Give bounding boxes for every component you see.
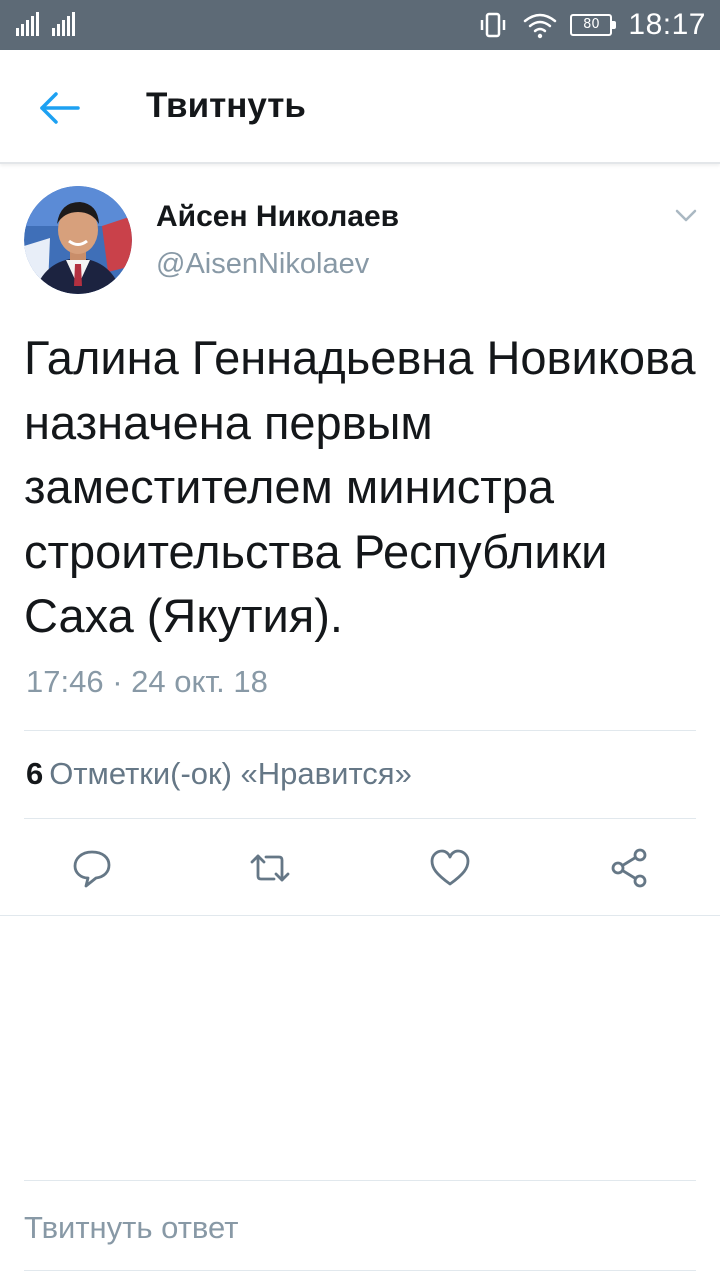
- divider: [0, 915, 720, 916]
- likes-count: 6: [26, 756, 44, 791]
- divider: [24, 1180, 696, 1181]
- likes-label: Отметки(-ок) «Нравится»: [49, 756, 412, 791]
- wifi-icon: [524, 13, 557, 39]
- author-handle[interactable]: @AisenNikolaev: [156, 248, 369, 281]
- reply-input[interactable]: Твитнуть ответ: [24, 1210, 238, 1246]
- tweet-timestamp: 17:46 · 24 окт. 18: [26, 664, 268, 699]
- divider: [24, 730, 696, 731]
- avatar-image: [24, 186, 132, 294]
- tweet-text: Галина Геннадьевна Новикова назначена пе…: [24, 331, 696, 642]
- page-title: Твитнуть: [146, 86, 306, 125]
- author-name[interactable]: Айсен Николаев: [156, 200, 399, 234]
- status-bar: 80 18:17: [0, 0, 720, 50]
- back-arrow-icon[interactable]: [30, 86, 86, 130]
- divider: [24, 818, 696, 819]
- app-header: Твитнуть: [0, 50, 720, 164]
- battery-icon: 80: [570, 14, 617, 36]
- clock: 18:17: [628, 8, 706, 41]
- reply-icon[interactable]: [70, 846, 114, 890]
- like-heart-icon[interactable]: [428, 846, 472, 890]
- share-icon[interactable]: [608, 846, 652, 890]
- retweet-icon[interactable]: [248, 846, 292, 890]
- avatar[interactable]: [24, 186, 132, 294]
- chevron-down-icon[interactable]: [672, 206, 700, 226]
- signal-icon: [16, 12, 75, 36]
- divider: [24, 1270, 696, 1271]
- likes-summary[interactable]: 6 Отметки(-ок) «Нравится»: [26, 756, 412, 792]
- vibrate-icon: [481, 12, 506, 38]
